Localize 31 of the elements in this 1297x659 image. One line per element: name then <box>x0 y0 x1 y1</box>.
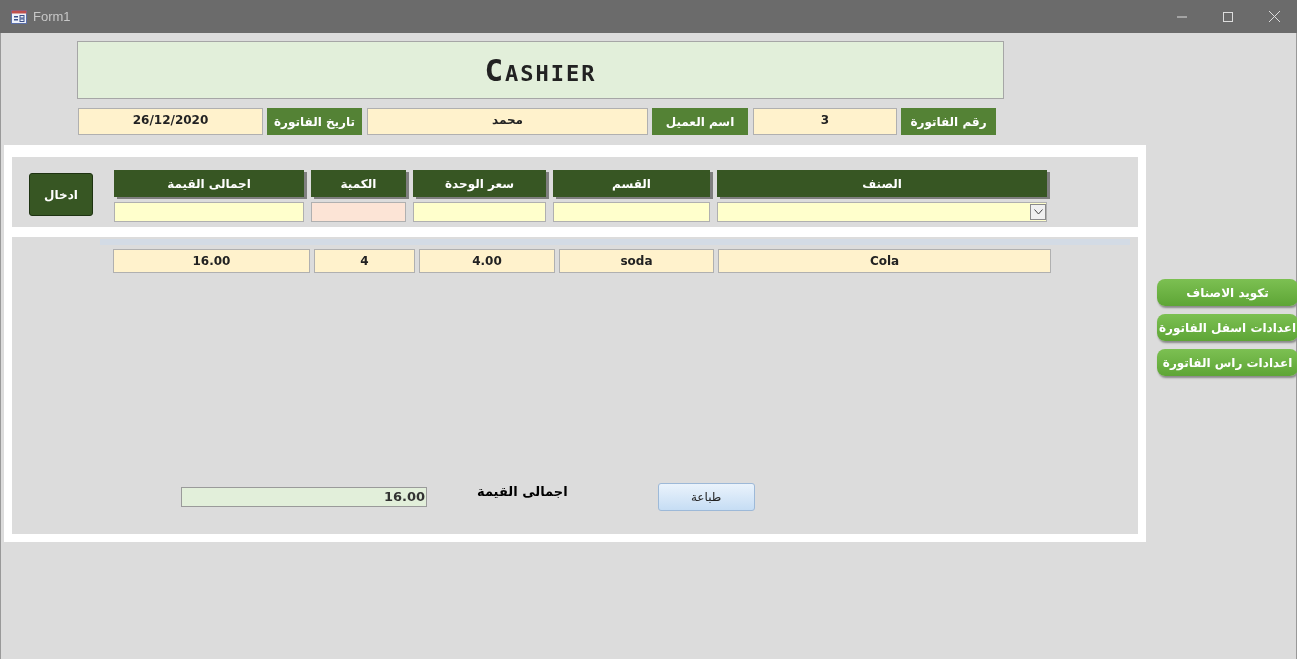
window-title: Form1 <box>33 9 72 24</box>
maximize-icon <box>1223 11 1233 22</box>
field-value[interactable]: 3 <box>753 108 897 135</box>
column-header: القسم <box>553 170 710 197</box>
print-button[interactable]: طباعة <box>657 483 755 511</box>
input-field[interactable] <box>553 202 710 222</box>
form-title: Cashier <box>77 41 1004 99</box>
table-cell: 4.00 <box>419 249 555 273</box>
column-header: الكمية <box>311 170 406 197</box>
table-cell: Cola <box>718 249 1051 273</box>
field-value[interactable]: 26/12/2020 <box>78 108 263 135</box>
chevron-down-icon <box>1033 209 1043 215</box>
column-header: الصنف <box>717 170 1047 197</box>
field-label: تاريخ الفاتورة <box>267 108 362 135</box>
field-label: اسم العميل <box>652 108 748 135</box>
total-label: اجمالى القيمة <box>477 483 568 499</box>
form-icon <box>11 9 27 24</box>
input-field[interactable] <box>413 202 546 222</box>
input-field[interactable] <box>114 202 304 222</box>
close-icon <box>1268 11 1280 22</box>
column-header: سعر الوحدة <box>413 170 546 197</box>
field-label: رقم الفاتورة <box>901 108 996 135</box>
table-cell: 4 <box>314 249 415 273</box>
enter-button[interactable]: ادخال <box>29 173 93 216</box>
field-value[interactable]: محمد <box>367 108 648 135</box>
combo-box[interactable] <box>717 202 1047 222</box>
input-field[interactable] <box>311 202 406 222</box>
table-cell: 16.00 <box>113 249 310 273</box>
table-cell: soda <box>559 249 714 273</box>
total-field[interactable]: 16.00 <box>181 487 427 507</box>
column-header: اجمالى القيمة <box>114 170 304 197</box>
